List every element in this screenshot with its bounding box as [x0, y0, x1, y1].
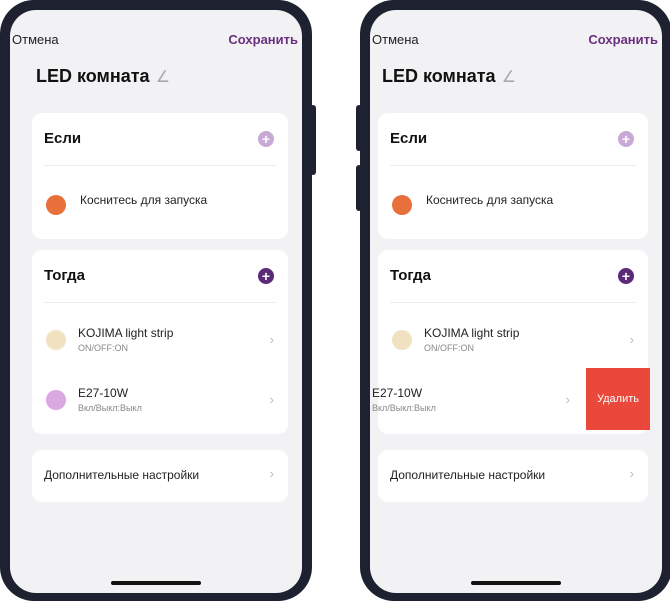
- if-header: Если: [390, 130, 428, 147]
- scene-title-text: LED комната: [382, 66, 496, 86]
- chevron-right-icon: ›: [629, 466, 634, 481]
- edit-pencil-icon[interactable]: ∠: [156, 69, 170, 86]
- volume-button: [356, 105, 362, 151]
- save-button[interactable]: Сохранить: [228, 32, 298, 47]
- bulb-icon: [46, 390, 66, 410]
- light-strip-icon: [46, 330, 66, 350]
- light-strip-icon: [392, 330, 412, 350]
- volume-button: [0, 105, 2, 151]
- delete-button[interactable]: Удалить: [586, 368, 650, 430]
- action-title: E27-10W: [78, 386, 129, 400]
- add-condition-plus-icon[interactable]: +: [258, 131, 274, 147]
- add-action-plus-icon[interactable]: +: [618, 268, 634, 284]
- then-header: Тогда: [44, 267, 85, 284]
- cancel-button[interactable]: Отмена: [12, 32, 59, 47]
- action-title: E27-10W: [372, 386, 423, 400]
- cancel-button[interactable]: Отмена: [372, 32, 419, 47]
- scene-title[interactable]: LED комната ∠: [382, 66, 516, 87]
- trigger-label: Коснитесь для запуска: [80, 193, 208, 207]
- action-row[interactable]: KOJIMA light strip ON/OFF:ON ›: [32, 310, 288, 370]
- app-screen: Отмена Сохранить LED комната ∠ Если + Кос…: [10, 10, 302, 593]
- action-status: Вкл/Выкл:Выкл: [78, 403, 142, 413]
- action-title: KOJIMA light strip: [78, 326, 174, 340]
- if-card: Если + Коснитесь для запуска: [32, 113, 288, 239]
- action-status: ON/OFF:ON: [78, 343, 128, 353]
- action-row[interactable]: E27-10W Вкл/Выкл:Выкл ›: [32, 370, 288, 430]
- chevron-right-icon: ›: [269, 466, 274, 481]
- then-card: Тогда + KOJIMA light strip ON/OFF:ON › E…: [372, 250, 650, 434]
- edit-pencil-icon[interactable]: ∠: [502, 69, 516, 86]
- tap-hand-icon: [46, 195, 66, 215]
- chevron-right-icon: ›: [269, 332, 274, 347]
- additional-settings-row[interactable]: Дополнительные настройки ›: [32, 450, 288, 502]
- phone-frame-left: Отмена Сохранить LED комната ∠ Если + Кос…: [0, 0, 316, 601]
- power-button: [310, 105, 316, 175]
- chevron-right-icon: ›: [629, 332, 634, 347]
- save-button[interactable]: Сохранить: [588, 32, 658, 47]
- home-indicator: [111, 581, 201, 585]
- trigger-row[interactable]: Коснитесь для запуска: [378, 175, 648, 235]
- additional-settings-label: Дополнительные настройки: [44, 468, 200, 482]
- scene-title-text: LED комната: [36, 66, 150, 86]
- then-card: Тогда + KOJIMA light strip ON/OFF:ON › E…: [32, 250, 288, 434]
- add-condition-plus-icon[interactable]: +: [618, 131, 634, 147]
- divider: [390, 165, 636, 166]
- divider: [44, 302, 276, 303]
- divider: [44, 165, 276, 166]
- add-action-plus-icon[interactable]: +: [258, 268, 274, 284]
- action-row[interactable]: KOJIMA light strip ON/OFF:ON ›: [378, 310, 648, 370]
- home-indicator: [471, 581, 561, 585]
- app-screen: Отмена Сохранить LED комната ∠ Если + Кос…: [370, 10, 662, 593]
- action-title: KOJIMA light strip: [424, 326, 520, 340]
- additional-settings-label: Дополнительные настройки: [390, 468, 546, 482]
- additional-settings-row[interactable]: Дополнительные настройки ›: [378, 450, 648, 502]
- volume-button: [356, 165, 362, 211]
- if-card: Если + Коснитесь для запуска: [378, 113, 648, 239]
- scene-title[interactable]: LED комната ∠: [36, 66, 170, 87]
- chevron-right-icon: ›: [269, 392, 274, 407]
- phone-frame-right: Отмена Сохранить LED комната ∠ Если + Кос…: [356, 0, 670, 601]
- action-status: ON/OFF:ON: [424, 343, 474, 353]
- then-header: Тогда: [390, 267, 431, 284]
- trigger-label: Коснитесь для запуска: [426, 193, 554, 207]
- if-header: Если: [44, 130, 82, 147]
- action-status: Вкл/Выкл:Выкл: [372, 403, 436, 413]
- trigger-row[interactable]: Коснитесь для запуска: [32, 175, 288, 235]
- chevron-right-icon: ›: [565, 392, 570, 407]
- tap-hand-icon: [392, 195, 412, 215]
- volume-button: [0, 165, 2, 211]
- divider: [390, 302, 636, 303]
